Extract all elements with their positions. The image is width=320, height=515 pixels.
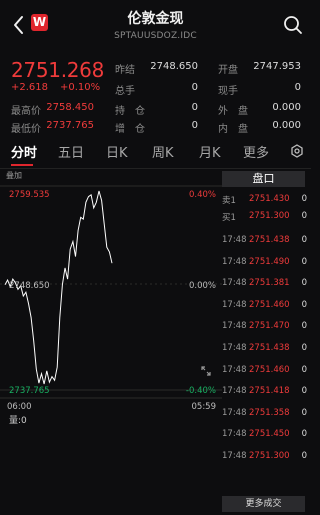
trade-time: 17:48 bbox=[222, 299, 247, 310]
order-volume: 0 bbox=[301, 211, 307, 221]
tab-monthly-k[interactable]: 月K bbox=[199, 142, 221, 161]
trade-row: 17:48 2751.470 0 bbox=[222, 318, 311, 334]
trade-row: 17:48 2751.300 0 bbox=[222, 448, 311, 464]
trade-volume: 0 bbox=[301, 278, 307, 289]
trade-price: 2751.381 bbox=[249, 278, 290, 289]
trade-row: 17:48 2751.381 0 bbox=[222, 275, 311, 291]
trade-time: 17:48 bbox=[222, 364, 247, 375]
trade-row: 17:48 2751.358 0 bbox=[222, 405, 311, 421]
symbol-code: SPTAUUSDOZ.IDC bbox=[114, 31, 197, 41]
trade-time: 17:48 bbox=[222, 235, 247, 245]
trade-volume: 0 bbox=[301, 364, 307, 375]
period-tabs: 分时 五日 日K 周K 月K 更多 bbox=[0, 139, 311, 167]
order-side-label: 卖1 bbox=[222, 196, 236, 206]
trade-price: 2751.300 bbox=[249, 451, 290, 461]
prev-settle-label: 昨结 bbox=[115, 65, 135, 76]
outer-volume-value: 0.000 bbox=[272, 102, 301, 113]
order-side-label: 买1 bbox=[222, 213, 236, 223]
price-change-percent: +0.10% bbox=[60, 82, 101, 93]
tab-daily-k[interactable]: 日K bbox=[106, 142, 128, 161]
trade-row: 17:48 2751.490 0 bbox=[222, 254, 311, 270]
trade-volume: 0 bbox=[301, 451, 307, 461]
order-book-row: 买1 2751.300 0 bbox=[222, 208, 311, 224]
pct-mid-label: 0.00% bbox=[189, 281, 216, 291]
tab-weekly-k[interactable]: 周K bbox=[152, 142, 174, 161]
trade-row: 17:48 2751.450 0 bbox=[222, 426, 311, 442]
trade-time: 17:48 bbox=[222, 386, 247, 397]
page-title: 伦敦金现 bbox=[127, 11, 184, 27]
y-mid-label: 2748.650 bbox=[9, 281, 50, 291]
trade-volume: 0 bbox=[301, 343, 307, 353]
active-tab-indicator bbox=[11, 164, 33, 166]
tab-more[interactable]: 更多 bbox=[243, 142, 269, 161]
low-label: 最低价 bbox=[11, 124, 41, 135]
trade-time: 17:48 bbox=[222, 278, 247, 289]
settings-icon[interactable] bbox=[290, 144, 304, 158]
trade-volume: 0 bbox=[301, 429, 307, 440]
search-icon[interactable] bbox=[283, 15, 303, 35]
x-end-label: 05:59 bbox=[192, 402, 217, 412]
prev-settle-value: 2748.650 bbox=[150, 61, 198, 72]
total-volume-label: 总手 bbox=[115, 86, 135, 97]
trade-time: 17:48 bbox=[222, 321, 247, 332]
trade-volume: 0 bbox=[301, 299, 307, 310]
high-value: 2758.450 bbox=[46, 102, 94, 113]
trade-volume: 0 bbox=[301, 321, 307, 332]
overlay-button[interactable]: 叠加 bbox=[6, 170, 22, 181]
pct-max-label: 0.40% bbox=[189, 190, 216, 200]
inner-volume-value: 0.000 bbox=[272, 120, 301, 131]
order-book-row: 卖1 2751.430 0 bbox=[222, 191, 311, 207]
last-price: 2751.268 bbox=[11, 58, 105, 82]
price-change: +2.618 bbox=[11, 82, 49, 93]
trade-price: 2751.438 bbox=[249, 343, 290, 353]
order-price: 2751.300 bbox=[249, 211, 290, 221]
trade-volume: 0 bbox=[301, 386, 307, 397]
high-label: 最高价 bbox=[11, 106, 41, 117]
intraday-chart[interactable]: 2759.535 2748.650 2737.765 0.40% 0.00% -… bbox=[0, 170, 222, 430]
open-value: 2747.953 bbox=[253, 61, 301, 72]
tab-five-day[interactable]: 五日 bbox=[58, 142, 84, 161]
current-volume-label: 现手 bbox=[218, 86, 238, 97]
trade-price: 2751.358 bbox=[249, 407, 290, 418]
trade-price: 2751.470 bbox=[249, 321, 290, 332]
trade-time: 17:48 bbox=[222, 343, 247, 353]
trade-price: 2751.438 bbox=[249, 235, 290, 245]
volume-label: 量:0 bbox=[9, 416, 27, 426]
trade-row: 17:48 2751.418 0 bbox=[222, 383, 311, 399]
current-volume-value: 0 bbox=[294, 82, 301, 93]
trade-volume: 0 bbox=[301, 407, 307, 418]
trade-price: 2751.450 bbox=[249, 429, 290, 440]
low-value: 2737.765 bbox=[46, 120, 94, 131]
trade-price: 2751.490 bbox=[249, 256, 290, 267]
y-min-label: 2737.765 bbox=[9, 386, 50, 396]
order-volume: 0 bbox=[301, 194, 307, 204]
open-label: 开盘 bbox=[218, 65, 238, 76]
trade-row: 17:48 2751.460 0 bbox=[222, 297, 311, 313]
trade-row: 17:48 2751.460 0 bbox=[222, 362, 311, 378]
trade-time: 17:48 bbox=[222, 451, 247, 461]
trade-time: 17:48 bbox=[222, 429, 247, 440]
trade-time: 17:48 bbox=[222, 407, 247, 418]
trade-price: 2751.418 bbox=[249, 386, 290, 397]
x-start-label: 06:00 bbox=[7, 402, 32, 412]
trade-row: 17:48 2751.438 0 bbox=[222, 340, 311, 356]
trade-price: 2751.460 bbox=[249, 299, 290, 310]
pct-min-label: -0.40% bbox=[186, 386, 216, 396]
expand-icon[interactable] bbox=[200, 365, 212, 377]
total-volume-value: 0 bbox=[191, 82, 198, 93]
y-max-label: 2759.535 bbox=[9, 190, 50, 200]
order-price: 2751.430 bbox=[249, 194, 290, 204]
trade-price: 2751.460 bbox=[249, 364, 290, 375]
trade-volume: 0 bbox=[301, 235, 307, 245]
tab-intraday[interactable]: 分时 bbox=[11, 142, 37, 161]
trade-time: 17:48 bbox=[222, 256, 247, 267]
trade-row: 17:48 2751.438 0 bbox=[222, 232, 311, 248]
open-interest-value: 0 bbox=[191, 102, 198, 113]
order-book-header[interactable]: 盘口 bbox=[222, 171, 305, 187]
oi-change-value: 0 bbox=[191, 120, 198, 131]
divider bbox=[0, 168, 311, 169]
more-trades-button[interactable]: 更多成交 bbox=[222, 496, 305, 512]
trade-volume: 0 bbox=[301, 256, 307, 267]
